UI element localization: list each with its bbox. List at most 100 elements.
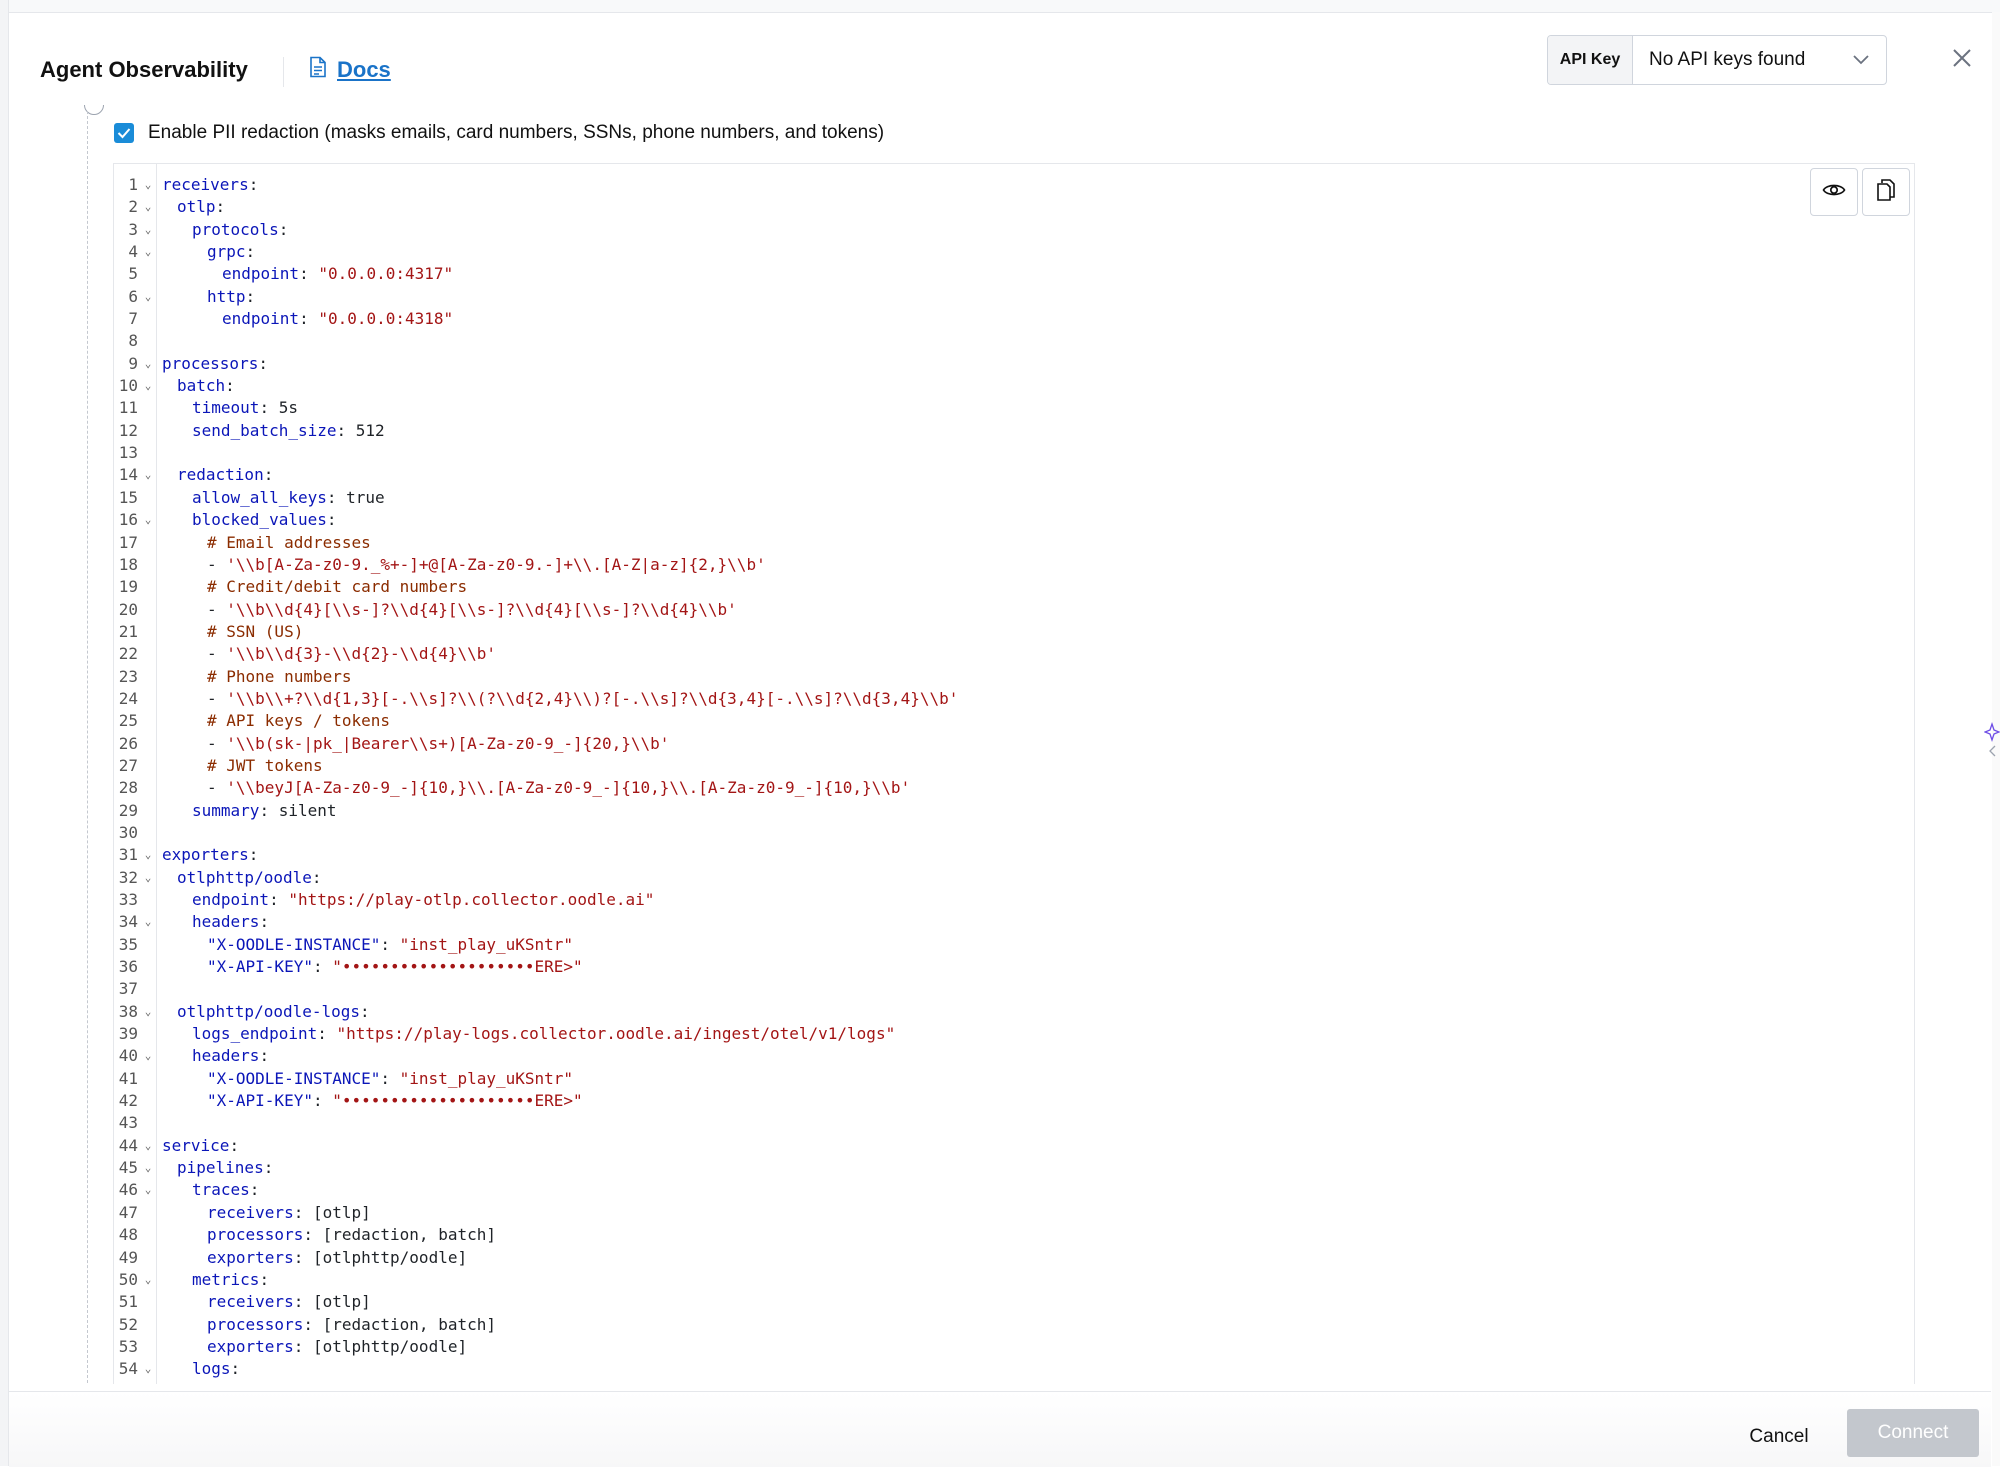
code-text: summary: silent [162,800,337,822]
code-text: traces: [162,1179,259,1201]
code-line: 4 ⌄ grpc: [114,241,1914,263]
fold-chevron-icon[interactable]: ⌄ [142,174,154,196]
close-button[interactable] [1947,45,1977,75]
line-number: 12 [118,420,138,440]
fold-chevron-icon[interactable]: ⌄ [142,911,154,933]
yaml-key: headers [192,912,260,932]
code-line: 53 exporters: [otlphttp/oodle] [114,1336,1914,1358]
yaml-key: exporters [207,1247,294,1267]
line-number: 50 [118,1269,138,1289]
toggle-visibility-button[interactable] [1810,168,1858,216]
yaml-string: "inst_play_uKSntr" [399,934,574,954]
line-number: 42 [118,1091,138,1111]
yaml-token: : [248,175,259,194]
fold-chevron-icon[interactable]: ⌄ [142,1045,154,1067]
line-number: 8 [128,331,138,351]
code-text: logs_endpoint: "https://play-logs.collec… [162,1023,895,1045]
fold-chevron-icon[interactable]: ⌄ [142,1135,154,1157]
cancel-button[interactable]: Cancel [1719,1415,1839,1459]
background-top-bar [0,0,2000,13]
pii-redaction-label: Enable PII redaction (masks emails, card… [148,122,885,143]
code-line: 11 timeout: 5s [114,397,1914,419]
yaml-key: pipelines [177,1158,264,1178]
code-text: endpoint: "0.0.0.0:4317" [162,263,453,285]
yaml-token: : [259,1269,270,1289]
close-icon [1952,48,1972,73]
fold-chevron-icon[interactable]: ⌄ [142,844,154,866]
yaml-token: : [259,800,279,820]
fold-chevron-icon[interactable]: ⌄ [142,353,154,375]
editor-toolbar [1810,168,1910,216]
fold-chevron-icon[interactable]: ⌄ [142,241,154,263]
fold-chevron-icon[interactable]: ⌄ [142,1269,154,1291]
yaml-key: otlp [177,197,216,217]
fold-chevron-icon[interactable]: ⌄ [142,509,154,531]
code-line: 18 - '\\b[A-Za-z0-9._%+-]+@[A-Za-z0-9.-]+… [114,554,1914,576]
fold-chevron-icon[interactable]: ⌄ [142,1179,154,1201]
line-number: 6 [128,286,138,306]
code-text: otlphttp/oodle-logs: [162,1001,370,1023]
fold-chevron-icon[interactable]: ⌄ [142,464,154,486]
docs-link[interactable]: Docs [309,56,391,83]
code-text: processors: [162,353,268,375]
api-key-label: API Key [1548,36,1633,84]
yaml-token: : [259,912,270,932]
code-text: processors: [redaction, batch] [162,1314,496,1336]
code-text: http: [162,286,255,308]
pii-redaction-option[interactable]: Enable PII redaction (masks emails, card… [114,122,884,144]
code-line: 54 ⌄ logs: [114,1358,1914,1380]
step-connector-line [87,111,88,1383]
yaml-key: exporters [207,1336,294,1356]
yaml-key: timeout [192,398,260,418]
line-number: 38 [118,1001,138,1021]
code-text: headers: [162,1045,269,1067]
config-code-editor[interactable]: 1 ⌄ receivers: 2 ⌄ otlp: 3 ⌄ protocols: 4 ⌄ grpc: 5 e… [113,163,1915,1384]
yaml-token: : [326,510,337,530]
code-text: pipelines: [162,1157,273,1179]
code-text: "X-API-KEY": "••••••••••••••••••••ERE>" [162,956,583,978]
code-text: receivers: [162,174,258,196]
fold-chevron-icon[interactable]: ⌄ [142,375,154,397]
pii-redaction-checkbox[interactable] [114,123,134,143]
code-text: send_batch_size: 512 [162,420,385,442]
line-number: 1 [128,175,138,194]
yaml-token: : [311,867,322,887]
fold-chevron-icon[interactable]: ⌄ [142,219,154,241]
code-line: 39 logs_endpoint: "https://play-logs.coll… [114,1023,1914,1045]
connect-button[interactable]: Connect [1847,1409,1979,1457]
yaml-string: '\\b\\d{4}[\\s-]?\\d{4}[\\s-]?\\d{4}[\\s… [226,599,737,619]
yaml-token: : [317,1024,337,1044]
yaml-token: : [259,1046,270,1066]
yaml-key: grpc [207,242,246,262]
assistant-sparkle-icon[interactable] [1983,720,2000,760]
docs-link-label: Docs [337,56,391,82]
line-number: 40 [118,1046,138,1066]
code-line: 24 - '\\b\\+?\\d{1,3}[-.\\s]?\\(?\\d{2,4}… [114,688,1914,710]
code-lines: 1 ⌄ receivers: 2 ⌄ otlp: 3 ⌄ protocols: 4 ⌄ grpc: 5 e… [114,174,1914,1381]
background-sidebar-edge [0,0,9,1466]
line-number: 43 [118,1113,138,1133]
code-text: metrics: [162,1269,269,1291]
code-line: 23 # Phone numbers [114,666,1914,688]
code-text: batch: [162,375,235,397]
code-line: 35 "X-OODLE-INSTANCE": "inst_play_uKSntr" [114,934,1914,956]
copy-button[interactable] [1862,168,1910,216]
fold-chevron-icon[interactable]: ⌄ [142,196,154,218]
fold-chevron-icon[interactable]: ⌄ [142,1001,154,1023]
yaml-token: : [225,376,235,396]
api-key-dropdown[interactable]: No API keys found [1633,36,1886,84]
code-text: exporters: [162,844,258,866]
api-key-selector[interactable]: API Key No API keys found [1547,35,1887,85]
fold-chevron-icon[interactable]: ⌄ [142,867,154,889]
line-number: 32 [118,867,138,887]
code-line: 14 ⌄ redaction: [114,464,1914,486]
yaml-token: [redaction, batch] [322,1314,496,1334]
yaml-token: : [245,242,256,262]
line-number: 29 [118,800,138,820]
code-text: # Credit/debit card numbers [162,576,467,598]
yaml-comment: # API keys / tokens [207,711,391,731]
fold-chevron-icon[interactable]: ⌄ [142,1358,154,1380]
fold-chevron-icon[interactable]: ⌄ [142,1157,154,1179]
eye-icon [1822,182,1846,203]
fold-chevron-icon[interactable]: ⌄ [142,286,154,308]
